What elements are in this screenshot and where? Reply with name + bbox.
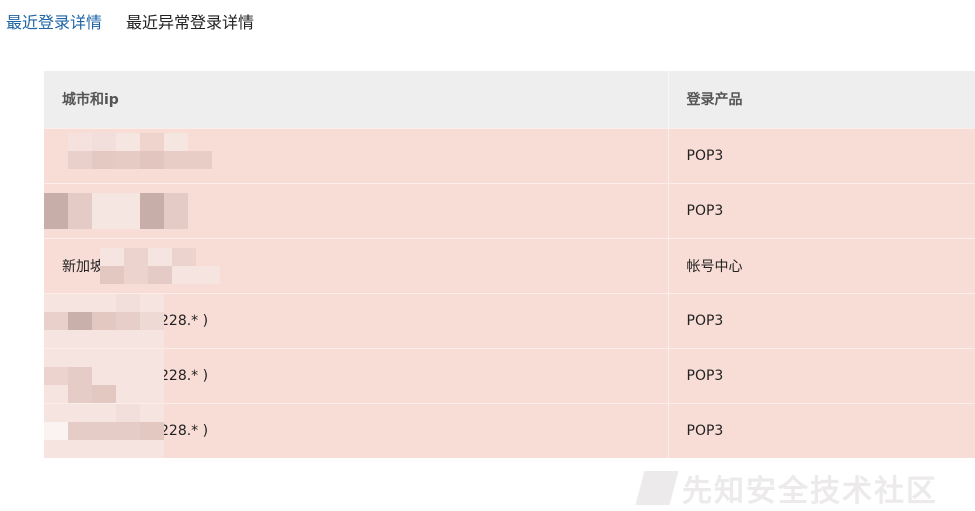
tab-abnormal-login[interactable]: 最近异常登录详情	[126, 9, 254, 33]
table-row: POP3	[44, 183, 975, 238]
watermark-text: 先知安全技术社区	[682, 474, 938, 509]
cell-product: POP3	[667, 128, 975, 183]
login-table-container: 城市和ip 登录产品 POP3 POP3 新加坡 帐号中心 228.*) PO…	[44, 71, 975, 461]
cell-product: 帐号中心	[667, 238, 975, 293]
table-row: 228.* ) POP3	[44, 403, 975, 458]
table-row: 228.* ) POP3	[44, 348, 975, 403]
redaction-mosaic	[100, 247, 268, 284]
cell-city-ip	[44, 183, 668, 238]
redaction-mosaic	[44, 403, 164, 458]
cell-city-ip: 228.* )	[44, 293, 668, 348]
redaction-mosaic	[44, 132, 212, 169]
cell-product: POP3	[667, 183, 975, 238]
redaction-mosaic	[44, 348, 164, 403]
redaction-mosaic	[44, 192, 212, 229]
city-ip-text: 新加坡	[62, 258, 104, 275]
table-row: 228.* ) POP3	[44, 293, 975, 348]
table-row: POP3	[44, 128, 975, 183]
watermark-logo-icon	[635, 471, 679, 505]
login-table: 城市和ip 登录产品 POP3 POP3 新加坡 帐号中心 228.*) PO…	[44, 71, 975, 458]
cell-product: POP3	[667, 293, 975, 348]
cell-city-ip: 228.* )	[44, 403, 668, 458]
redaction-mosaic	[44, 293, 164, 348]
cell-product: POP3	[667, 348, 975, 403]
watermark: 先知安全技术社区	[635, 466, 938, 510]
city-ip-text: 228.* )	[160, 312, 209, 329]
table-header-row: 城市和ip 登录产品	[44, 71, 975, 128]
login-tabs: 最近登录详情 最近异常登录详情	[6, 8, 254, 34]
cell-product: POP3	[667, 403, 975, 458]
table-row: 新加坡 帐号中心	[44, 238, 975, 293]
header-city-ip: 城市和ip	[62, 92, 119, 109]
cell-city-ip	[44, 128, 668, 183]
header-product: 登录产品	[667, 71, 975, 128]
city-ip-text: 228.* )	[160, 367, 209, 384]
cell-city-ip: 228.* )	[44, 348, 668, 403]
tab-recent-login[interactable]: 最近登录详情	[6, 9, 102, 33]
city-ip-text: 228.* )	[160, 422, 209, 439]
cell-city-ip: 新加坡	[44, 238, 668, 293]
